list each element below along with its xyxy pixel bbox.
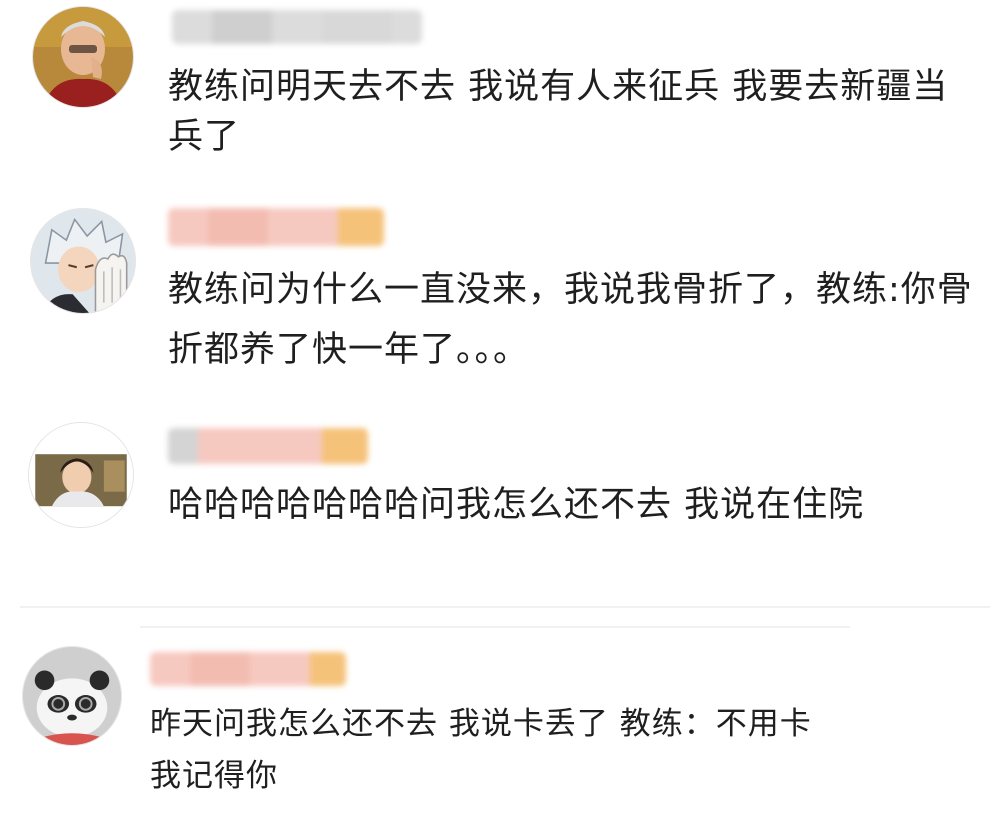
username-blurred[interactable] [168, 428, 368, 464]
divider [20, 606, 990, 608]
comment-item: 哈哈哈哈哈哈哈问我怎么还不去 我说在住院 [0, 410, 1007, 610]
comment-text: 哈哈哈哈哈哈哈问我怎么还不去 我说在住院 [168, 485, 865, 525]
comment-item: 教练问为什么一直没来，我说我骨折了，教练:你骨折都养了快一年了。。。 [0, 190, 1007, 410]
divider [140, 626, 850, 628]
comment-item: 昨天问我怎么还不去 我说卡丢了 教练：不用卡 我记得你 [0, 630, 1007, 828]
comment-text: 昨天问我怎么还不去 我说卡丢了 教练：不用卡 我记得你 [150, 706, 812, 794]
username-blurred[interactable] [172, 10, 422, 44]
username-blurred[interactable] [168, 208, 384, 246]
elderly-woman-avatar-icon[interactable] [32, 6, 134, 108]
comment-item: 教练问明天去不去 我说有人来征兵 我要去新疆当兵了 [0, 0, 1007, 190]
anime-character-avatar-icon[interactable] [30, 208, 136, 314]
comment-text: 教练问明天去不去 我说有人来征兵 我要去新疆当兵了 [168, 67, 949, 157]
comment-thread: 教练问明天去不去 我说有人来征兵 我要去新疆当兵了 教练问为什么一直没来，我说我… [0, 0, 1007, 828]
girl-photo-avatar-icon[interactable] [28, 422, 134, 528]
comment-text: 教练问为什么一直没来，我说我骨折了，教练:你骨折都养了快一年了。。。 [168, 270, 973, 370]
username-blurred[interactable] [150, 652, 346, 686]
panda-avatar-icon[interactable] [22, 646, 122, 746]
